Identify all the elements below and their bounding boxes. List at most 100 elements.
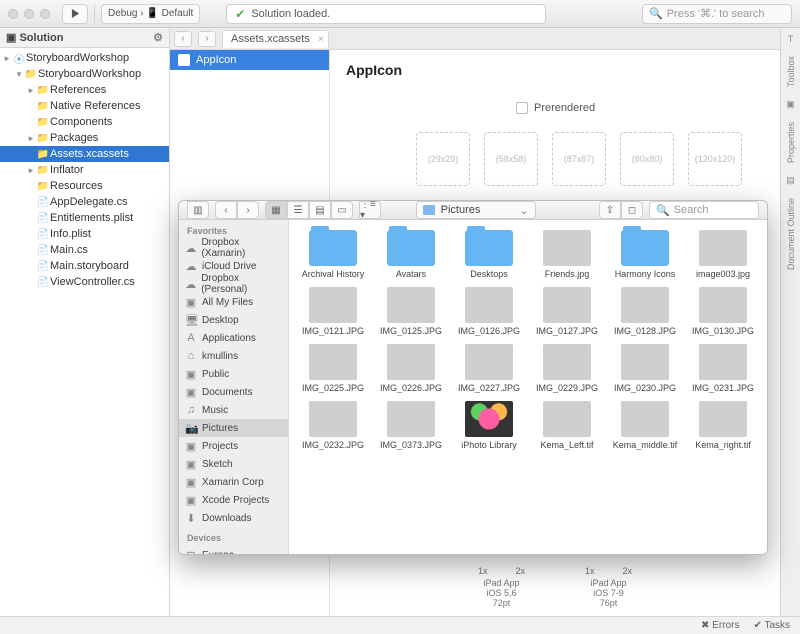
- solution-pad-title: ▣ Solution ⚙: [0, 28, 169, 48]
- finder-search[interactable]: 🔍Search: [649, 201, 759, 219]
- tree-item[interactable]: ▸📁Inflator: [0, 162, 169, 178]
- file-thumb: [543, 230, 591, 266]
- file-item[interactable]: IMG_0121.JPG: [299, 287, 367, 336]
- file-grid[interactable]: Archival HistoryAvatars Desktops Friends.j…: [289, 220, 767, 555]
- sidebar-item[interactable]: ▣Sketch: [179, 455, 288, 473]
- outline-tab[interactable]: ▤: [786, 175, 795, 186]
- pad-icon: ▣: [6, 31, 16, 44]
- sidebar-item[interactable]: ▣All My Files: [179, 293, 288, 311]
- ipad-labels: 1x2xiPad App iOS 5,6 72pt 1x2xiPad App i…: [330, 566, 780, 608]
- icon-slot[interactable]: (58x58): [484, 132, 538, 186]
- tree-item[interactable]: 📄AppDelegate.cs: [0, 194, 169, 210]
- file-label: iPhoto Library: [453, 440, 525, 450]
- tasks-button[interactable]: ✔ Tasks: [753, 620, 790, 631]
- window-controls[interactable]: [8, 9, 50, 19]
- icon-slot[interactable]: (29x29): [416, 132, 470, 186]
- file-item[interactable]: IMG_0226.JPG: [377, 344, 445, 393]
- sidebar-device[interactable]: ⊡Europa: [179, 546, 288, 555]
- location-dropdown[interactable]: Pictures⌄: [416, 201, 536, 219]
- file-label: Desktops: [453, 269, 525, 279]
- file-label: image003.jpg: [687, 269, 759, 279]
- folder-icon: [387, 230, 435, 266]
- file-item[interactable]: Avatars: [377, 230, 445, 279]
- sidebar-item[interactable]: AApplications: [179, 329, 288, 347]
- sidebar-item[interactable]: ▣Public: [179, 365, 288, 383]
- file-item[interactable]: Desktops: [455, 230, 523, 279]
- tree-item[interactable]: 📁Native References: [0, 98, 169, 114]
- icon-slot[interactable]: (120x120): [688, 132, 742, 186]
- file-item[interactable]: IMG_0126.JPG: [455, 287, 523, 336]
- sidebar-item[interactable]: ☁Dropbox (Personal): [179, 275, 288, 293]
- tree-item[interactable]: 📄Main.cs: [0, 242, 169, 258]
- file-item[interactable]: Kema_right.tif: [689, 401, 757, 450]
- file-thumb: [699, 344, 747, 380]
- tree-item[interactable]: ▾📁StoryboardWorkshop: [0, 66, 169, 82]
- sidebar-item[interactable]: 🖥Desktop: [179, 311, 288, 329]
- devices-header: Devices: [179, 527, 288, 546]
- view-seg[interactable]: ▦☰▤▭: [265, 201, 353, 219]
- file-item[interactable]: IMG_0225.JPG: [299, 344, 367, 393]
- asset-appicon-row[interactable]: AppIcon: [170, 50, 329, 70]
- tree-item[interactable]: 📄Main.storyboard: [0, 258, 169, 274]
- run-button[interactable]: [62, 4, 88, 24]
- nav-forward-button[interactable]: ›: [198, 31, 216, 47]
- arrange-seg[interactable]: ⋮≡ ▾: [359, 201, 381, 219]
- tree-item[interactable]: 📄ViewController.cs: [0, 274, 169, 290]
- sidebar-item[interactable]: ▣Xamarin Corp: [179, 473, 288, 491]
- nav-seg[interactable]: ‹›: [215, 201, 259, 219]
- sidebar-item[interactable]: ⬇Downloads: [179, 509, 288, 527]
- file-item[interactable]: IMG_0229.JPG: [533, 344, 601, 393]
- tree-item[interactable]: ▸⦿StoryboardWorkshop: [0, 50, 169, 66]
- sidebar-item[interactable]: ♫Music: [179, 401, 288, 419]
- config-selector[interactable]: Debug › 📱 Default: [101, 4, 200, 24]
- global-search[interactable]: 🔍Press '⌘.' to search: [642, 4, 792, 24]
- file-item[interactable]: Harmony Icons: [611, 230, 679, 279]
- file-item[interactable]: Archival History: [299, 230, 367, 279]
- file-item[interactable]: IMG_0230.JPG: [611, 344, 679, 393]
- file-item[interactable]: Friends.jpg: [533, 230, 601, 279]
- close-icon[interactable]: ×: [318, 34, 324, 45]
- sidebar-toggle-seg[interactable]: ▥: [187, 201, 209, 219]
- tree-item[interactable]: 📁Components: [0, 114, 169, 130]
- top-toolbar: Debug › 📱 Default ✔Solution loaded. 🔍Pre…: [0, 0, 800, 28]
- file-item[interactable]: IMG_0231.JPG: [689, 344, 757, 393]
- sidebar-item[interactable]: ⌂kmullins: [179, 347, 288, 365]
- file-item[interactable]: IMG_0232.JPG: [299, 401, 367, 450]
- nav-back-button[interactable]: ‹: [174, 31, 192, 47]
- sidebar-item[interactable]: ▣Projects: [179, 437, 288, 455]
- folder-icon: [621, 230, 669, 266]
- tree-item[interactable]: ▸📁References: [0, 82, 169, 98]
- prerendered-check[interactable]: Prerendered: [516, 102, 764, 114]
- gear-icon[interactable]: ⚙: [153, 31, 163, 44]
- properties-tab[interactable]: ▣: [786, 99, 795, 110]
- sidebar-item[interactable]: ▣Xcode Projects: [179, 491, 288, 509]
- tree-item[interactable]: ▸📁Packages: [0, 130, 169, 146]
- sidebar-item[interactable]: ▣Documents: [179, 383, 288, 401]
- tree-item[interactable]: 📄Info.plist: [0, 226, 169, 242]
- tree-item[interactable]: 📁Resources: [0, 178, 169, 194]
- sidebar-item[interactable]: 📷Pictures: [179, 419, 288, 437]
- file-item[interactable]: Kema_Left.tif: [533, 401, 601, 450]
- toolbox-tab[interactable]: T: [788, 34, 794, 44]
- share-seg[interactable]: ⇪◻: [599, 201, 643, 219]
- file-item[interactable]: Kema_middle.tif: [611, 401, 679, 450]
- file-item[interactable]: IMG_0127.JPG: [533, 287, 601, 336]
- file-item[interactable]: image003.jpg: [689, 230, 757, 279]
- document-tab[interactable]: Assets.xcassets×: [222, 30, 329, 48]
- finder-sidebar[interactable]: Favorites ☁Dropbox (Xamarin)☁iCloud Driv…: [179, 220, 289, 555]
- file-item[interactable]: IMG_0130.JPG: [689, 287, 757, 336]
- tree-item[interactable]: 📄Entitlements.plist: [0, 210, 169, 226]
- tree-item[interactable]: 📁Assets.xcassets: [0, 146, 169, 162]
- icon-slot[interactable]: (80x80): [620, 132, 674, 186]
- icon-slot[interactable]: (87x87): [552, 132, 606, 186]
- file-item[interactable]: IMG_0227.JPG: [455, 344, 523, 393]
- file-item[interactable]: iPhoto Library: [455, 401, 523, 450]
- file-item[interactable]: IMG_0373.JPG: [377, 401, 445, 450]
- file-item[interactable]: IMG_0125.JPG: [377, 287, 445, 336]
- bottom-statusbar: ✖ Errors ✔ Tasks: [0, 616, 800, 634]
- errors-button[interactable]: ✖ Errors: [701, 620, 739, 631]
- solution-tree[interactable]: ▸⦿StoryboardWorkshop▾📁StoryboardWorkshop…: [0, 48, 169, 616]
- sidebar-item[interactable]: ☁Dropbox (Xamarin): [179, 239, 288, 257]
- file-item[interactable]: IMG_0128.JPG: [611, 287, 679, 336]
- file-label: IMG_0229.JPG: [531, 383, 603, 393]
